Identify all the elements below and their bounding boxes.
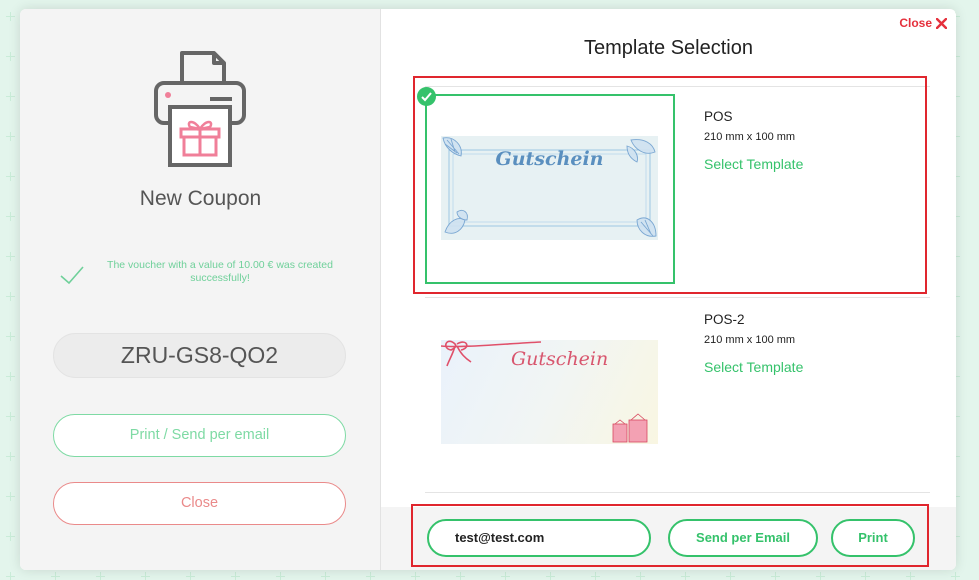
highlight-box-template (413, 76, 927, 294)
plus-pattern-mark (6, 372, 15, 381)
new-coupon-title: New Coupon (139, 187, 262, 210)
template-info-pos-2: POS-2 210 mm x 100 mm Select Template (704, 312, 803, 375)
coupon-code: ZRU-GS8-QO2 (53, 333, 346, 378)
template-selection-panel: Close Template Selection Gutschein POS 2… (381, 9, 956, 570)
plus-pattern-mark (726, 572, 735, 580)
plus-pattern-mark (186, 572, 195, 580)
template-selection-title: Template Selection (584, 37, 753, 59)
plus-pattern-mark (681, 572, 690, 580)
plus-pattern-mark (366, 572, 375, 580)
plus-pattern-mark (276, 572, 285, 580)
checkmark-icon (60, 266, 84, 285)
plus-pattern-mark (951, 572, 960, 580)
success-message-row: The voucher with a value of 10.00 € was … (60, 259, 350, 295)
plus-pattern-mark (6, 252, 15, 261)
highlight-box-footer (411, 504, 929, 567)
plus-pattern-mark (906, 572, 915, 580)
plus-pattern-mark (6, 172, 15, 181)
plus-pattern-mark (546, 572, 555, 580)
plus-pattern-mark (636, 572, 645, 580)
plus-pattern-mark (141, 572, 150, 580)
plus-pattern-mark (6, 452, 15, 461)
plus-pattern-mark (51, 572, 60, 580)
plus-pattern-mark (6, 12, 15, 21)
plus-pattern-mark (321, 572, 330, 580)
plus-pattern-mark (6, 212, 15, 221)
template-size: 210 mm x 100 mm (704, 334, 796, 346)
plus-pattern-mark (591, 572, 600, 580)
plus-pattern-mark (6, 132, 15, 141)
plus-pattern-mark (501, 572, 510, 580)
plus-pattern-mark (816, 572, 825, 580)
close-link[interactable]: Close (899, 16, 947, 30)
plus-pattern-mark (411, 572, 420, 580)
close-button[interactable]: Close (53, 482, 346, 525)
template-name: POS-2 (704, 312, 745, 327)
printer-gift-icon (154, 51, 246, 167)
plus-pattern-mark (96, 572, 105, 580)
plus-pattern-mark (6, 92, 15, 101)
coupon-modal: New Coupon The voucher with a value of 1… (20, 9, 956, 570)
plus-pattern-mark (861, 572, 870, 580)
select-template-link-pos-2[interactable]: Select Template (704, 359, 803, 375)
close-x-icon (936, 17, 947, 29)
plus-pattern-mark (6, 292, 15, 301)
plus-pattern-mark (456, 572, 465, 580)
plus-pattern-mark (231, 572, 240, 580)
plus-pattern-mark (6, 572, 15, 580)
divider (425, 297, 930, 298)
divider (425, 492, 930, 493)
success-message: The voucher with a value of 10.00 € was … (107, 259, 333, 284)
print-send-button[interactable]: Print / Send per email (53, 414, 346, 457)
plus-pattern-mark (6, 52, 15, 61)
template-preview-pos-2[interactable]: Gutschein (440, 340, 658, 444)
plus-pattern-mark (6, 412, 15, 421)
plus-pattern-mark (6, 332, 15, 341)
template-preview-text-pos-2: Gutschein (511, 348, 609, 370)
plus-pattern-mark (6, 532, 15, 541)
close-link-label: Close (899, 16, 932, 30)
plus-pattern-mark (6, 492, 15, 501)
coupon-summary-panel: New Coupon The voucher with a value of 1… (20, 9, 381, 570)
plus-pattern-mark (771, 572, 780, 580)
